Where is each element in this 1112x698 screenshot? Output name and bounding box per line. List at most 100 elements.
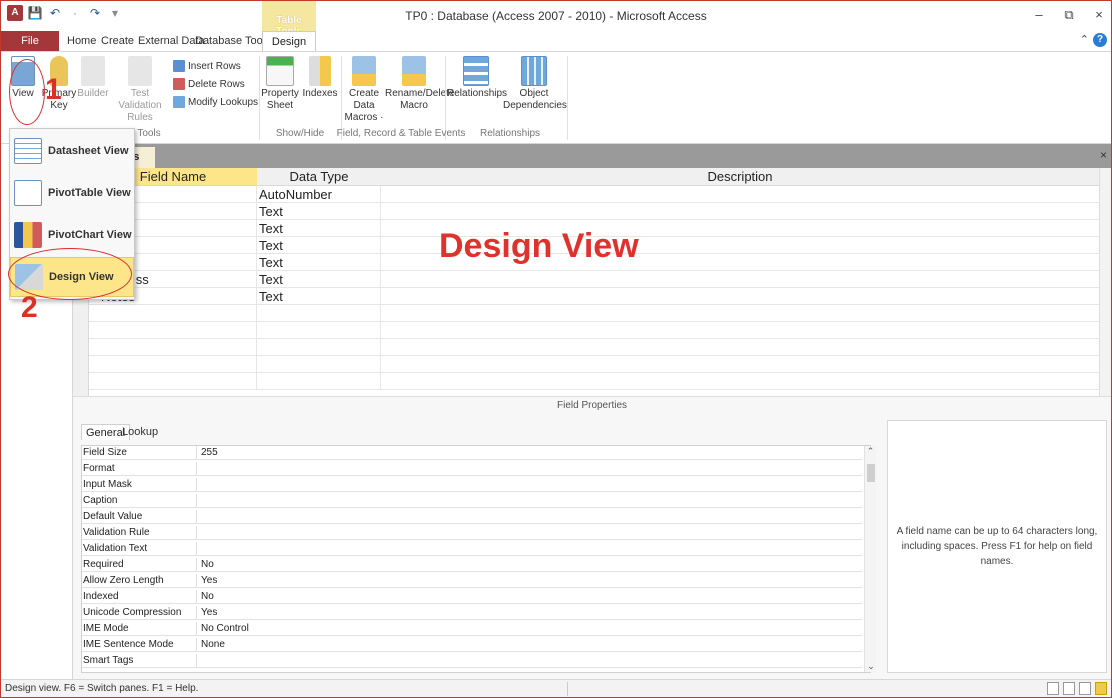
scroll-down-icon[interactable]: ⌄ (865, 661, 877, 672)
property-value[interactable] (200, 542, 860, 555)
datasheet-view-shortcut-icon[interactable] (1047, 682, 1059, 695)
property-name: Unicode Compression (82, 606, 197, 619)
property-value[interactable] (200, 510, 860, 523)
data-type-cell[interactable]: Text (257, 203, 381, 220)
data-type-cell[interactable] (257, 356, 381, 373)
tab-design[interactable]: Design (262, 31, 316, 53)
scroll-up-icon[interactable]: ⌃ (865, 446, 876, 457)
property-value[interactable]: No (200, 558, 860, 571)
property-name: Default Value (82, 510, 197, 523)
property-value[interactable]: No (200, 590, 860, 603)
table-row[interactable] (89, 339, 1099, 356)
table-row[interactable]: neText (89, 203, 1099, 220)
data-type-cell[interactable]: Text (257, 237, 381, 254)
object-dependencies-icon (521, 56, 547, 86)
field-name-cell[interactable] (89, 339, 257, 356)
property-row[interactable]: IME Sentence Mode None (82, 638, 862, 652)
property-row[interactable]: Validation Text (82, 542, 862, 556)
data-type-cell[interactable]: Text (257, 288, 381, 305)
table-row[interactable] (89, 322, 1099, 339)
field-name-cell[interactable] (89, 373, 257, 390)
data-type-cell[interactable] (257, 339, 381, 356)
property-row[interactable]: Caption (82, 494, 862, 508)
property-value[interactable]: No Control (200, 622, 860, 635)
property-row[interactable]: IME Mode No Control (82, 622, 862, 636)
property-value[interactable]: None (200, 638, 860, 651)
indexes-button[interactable]: Indexes (301, 56, 339, 100)
data-type-cell[interactable] (257, 322, 381, 339)
pivotchart-view-shortcut-icon[interactable] (1079, 682, 1091, 695)
table-row[interactable]: r IDAutoNumber (89, 186, 1099, 203)
tab-database-tools[interactable]: Database Tools (195, 31, 271, 51)
rename-delete-macro-button[interactable]: Rename/Delete Macro (385, 56, 454, 112)
data-type-cell[interactable]: Text (257, 220, 381, 237)
pivottable-view-shortcut-icon[interactable] (1063, 682, 1075, 695)
builder-icon (81, 56, 105, 86)
field-name-cell[interactable] (89, 356, 257, 373)
scroll-thumb[interactable] (867, 464, 875, 482)
property-name: Smart Tags (82, 654, 197, 667)
design-view-shortcut-icon[interactable] (1095, 682, 1107, 695)
data-type-cell[interactable]: AutoNumber (257, 186, 381, 203)
field-properties-table: Field Size 255 Format Input Mask Caption Defa… (81, 445, 876, 673)
property-row[interactable]: Validation Rule (82, 526, 862, 540)
property-row[interactable]: Format (82, 462, 862, 476)
tab-file[interactable]: File (1, 31, 59, 51)
minimize-button[interactable]: – (1029, 7, 1049, 22)
property-row[interactable]: Input Mask (82, 478, 862, 492)
property-value[interactable] (200, 654, 860, 667)
table-row[interactable] (89, 373, 1099, 390)
test-validation-button[interactable]: Test Validation Rules (109, 56, 171, 124)
field-name-cell[interactable] (89, 305, 257, 322)
insert-rows-button[interactable]: Insert Rows (173, 60, 241, 72)
builder-label: Builder (77, 88, 109, 99)
field-help-text: A field name can be up to 64 characters … (896, 526, 1098, 567)
table-row[interactable] (89, 356, 1099, 373)
property-row[interactable]: Smart Tags (82, 654, 862, 668)
menu-item-datasheet-view[interactable]: Datasheet View (10, 131, 134, 171)
property-name: Field Size (82, 446, 197, 459)
object-dependencies-button[interactable]: Object Dependencies (503, 56, 567, 112)
property-value[interactable]: 255 (200, 446, 860, 459)
property-row[interactable]: Required No (82, 558, 862, 572)
help-icon[interactable]: ? (1093, 33, 1107, 47)
property-row[interactable]: Indexed No (82, 590, 862, 604)
tab-home[interactable]: Home (67, 31, 96, 51)
data-type-cell[interactable]: Text (257, 271, 381, 288)
table-row[interactable]: NotesText (89, 288, 1099, 305)
property-value[interactable] (200, 462, 860, 475)
property-value[interactable] (200, 478, 860, 491)
table-row[interactable] (89, 305, 1099, 322)
property-value[interactable]: Yes (200, 574, 860, 587)
close-button[interactable]: × (1089, 7, 1109, 22)
property-row[interactable]: Allow Zero Length Yes (82, 574, 862, 588)
property-value[interactable] (200, 494, 860, 507)
property-row[interactable]: Unicode Compression Yes (82, 606, 862, 620)
create-data-macros-button[interactable]: Create Data Macros · (342, 56, 386, 124)
data-type-cell[interactable] (257, 305, 381, 322)
design-grid-scrollbar[interactable] (1099, 168, 1111, 396)
field-help-box: A field name can be up to 64 characters … (887, 420, 1107, 673)
modify-lookups-button[interactable]: Modify Lookups (173, 96, 258, 108)
relationships-button[interactable]: Relationships (447, 56, 507, 100)
delete-rows-button[interactable]: Delete Rows (173, 78, 245, 90)
property-row[interactable]: Field Size 255 (82, 446, 862, 460)
data-type-cell[interactable] (257, 373, 381, 390)
menu-item-pivottable-view[interactable]: PivotTable View (10, 173, 134, 213)
maximize-button[interactable]: ⧉ (1059, 7, 1079, 23)
table-row[interactable]: AddressText (89, 271, 1099, 288)
field-properties-scrollbar[interactable]: ⌃ ⌄ (864, 446, 876, 672)
property-sheet-button[interactable]: Property Sheet (259, 56, 301, 112)
minimize-ribbon-icon[interactable]: ⌃ (1080, 33, 1089, 46)
builder-button[interactable]: Builder (75, 56, 111, 100)
property-value[interactable] (200, 526, 860, 539)
pivottable-view-icon (14, 180, 42, 206)
property-value[interactable]: Yes (200, 606, 860, 619)
tab-create[interactable]: Create (101, 31, 134, 51)
tab-lookup[interactable]: Lookup (118, 424, 162, 440)
field-name-cell[interactable] (89, 322, 257, 339)
annotation-step-2: 2 (21, 291, 38, 324)
data-type-cell[interactable]: Text (257, 254, 381, 271)
property-row[interactable]: Default Value (82, 510, 862, 524)
close-document-icon[interactable]: × (1100, 148, 1107, 162)
